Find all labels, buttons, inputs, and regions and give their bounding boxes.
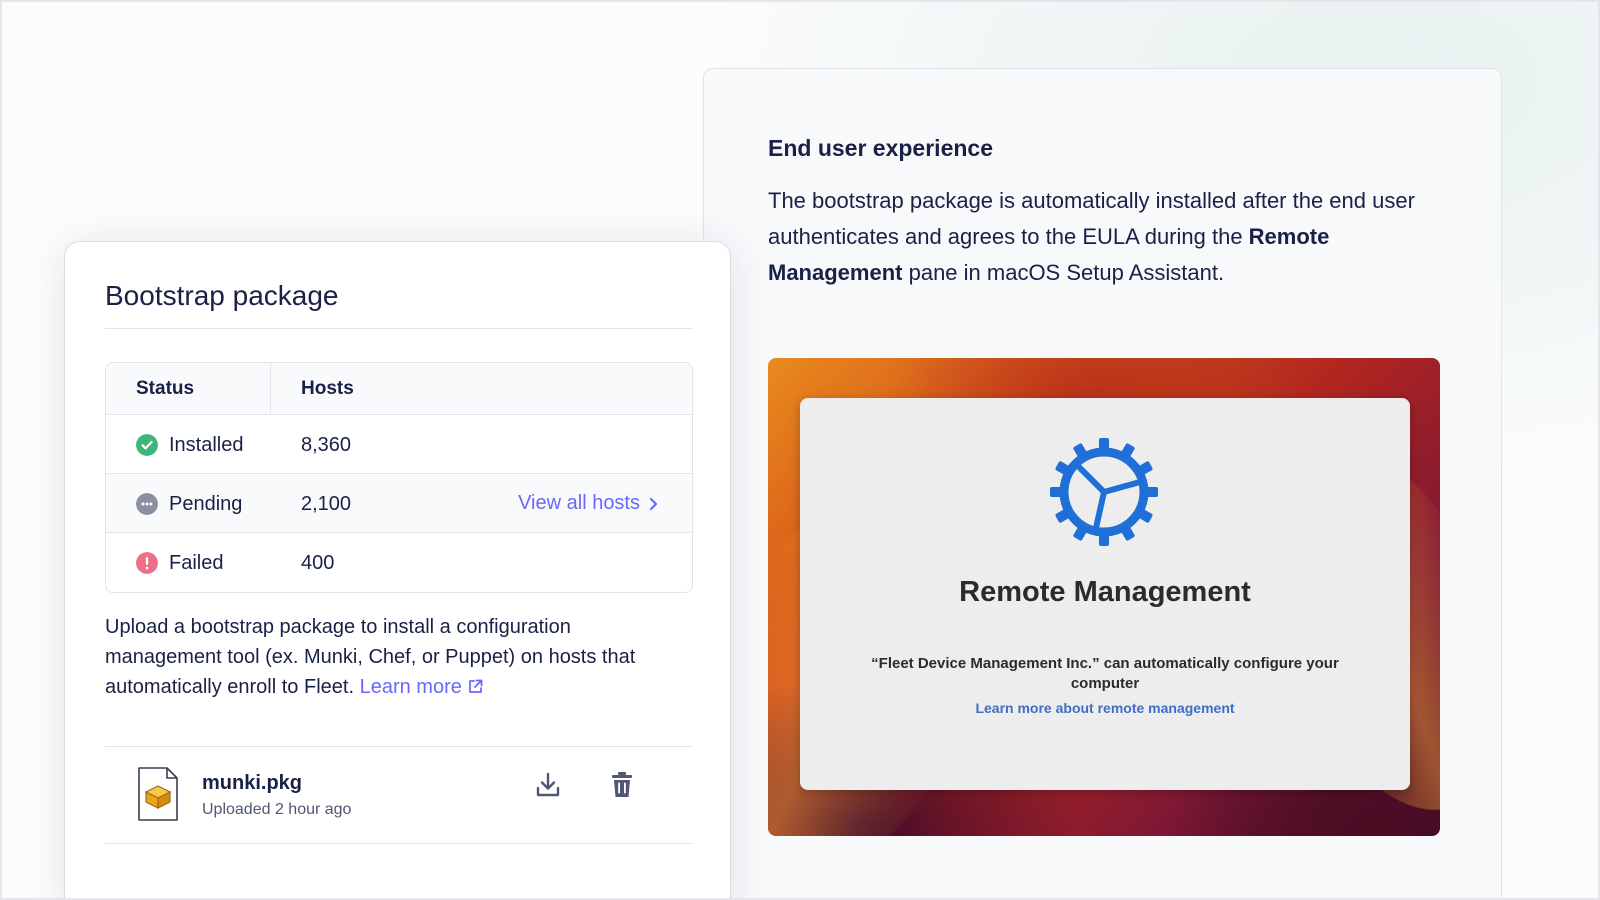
column-divider	[270, 363, 271, 415]
host-count: 2,100	[301, 493, 352, 515]
file-upload-time: Uploaded 2 hour ago	[202, 801, 352, 818]
host-count: 8,360	[301, 434, 352, 456]
host-count: 400	[301, 552, 335, 574]
divider	[105, 746, 693, 747]
file-name: munki.pkg	[202, 772, 303, 794]
learn-more-link[interactable]: Learn more	[360, 676, 485, 698]
table-header: Status Hosts	[106, 363, 692, 415]
trash-icon	[612, 772, 632, 797]
divider	[105, 328, 693, 329]
download-button[interactable]	[531, 768, 565, 802]
card-title: Bootstrap package	[105, 280, 339, 311]
pending-circle-icon	[136, 493, 158, 515]
check-circle-icon	[136, 434, 158, 456]
delete-button[interactable]	[605, 768, 639, 802]
table-row[interactable]: Pending 2,100 View all hosts	[106, 474, 692, 533]
table-row[interactable]: Installed 8,360	[106, 415, 692, 474]
status-label: Pending	[169, 493, 243, 515]
view-all-hosts-label: View all hosts	[518, 492, 640, 514]
end-user-experience-description: The bootstrap package is automatically i…	[768, 183, 1448, 291]
divider	[105, 843, 693, 844]
end-user-experience-title: End user experience	[768, 135, 993, 161]
status-label: Installed	[169, 434, 244, 456]
error-circle-icon	[136, 552, 158, 574]
table-row[interactable]: Failed 400	[106, 533, 692, 592]
status-label: Failed	[169, 552, 224, 574]
dialog-message: “Fleet Device Management Inc.” can autom…	[871, 655, 1339, 692]
bootstrap-package-card: Bootstrap package Status Hosts Installed…	[64, 241, 731, 898]
learn-more-label: Learn more	[359, 676, 462, 698]
gear-icon	[1050, 438, 1158, 546]
dialog-title: Remote Management	[959, 576, 1251, 608]
status-table: Status Hosts Installed 8,360 Pending 2,1…	[105, 362, 693, 593]
learn-more-remote-management-link[interactable]: Learn more about remote management	[800, 700, 1410, 716]
view-all-hosts-link[interactable]: View all hosts	[518, 492, 658, 515]
macos-setup-screenshot: Remote Management “Fleet Device Manageme…	[768, 358, 1440, 836]
column-header-status: Status	[136, 378, 195, 399]
package-file-icon	[138, 767, 178, 821]
download-icon	[536, 772, 560, 797]
external-link-icon	[469, 679, 483, 693]
bootstrap-description: Upload a bootstrap package to install a …	[105, 612, 685, 702]
chevron-right-icon	[649, 497, 658, 510]
screen-frame: End user experience The bootstrap packag…	[0, 0, 1600, 900]
remote-management-dialog: Remote Management “Fleet Device Manageme…	[800, 398, 1410, 790]
description-text-end: pane in macOS Setup Assistant.	[902, 260, 1225, 285]
column-header-hosts: Hosts	[301, 378, 354, 399]
end-user-experience-panel: End user experience The bootstrap packag…	[703, 68, 1502, 898]
